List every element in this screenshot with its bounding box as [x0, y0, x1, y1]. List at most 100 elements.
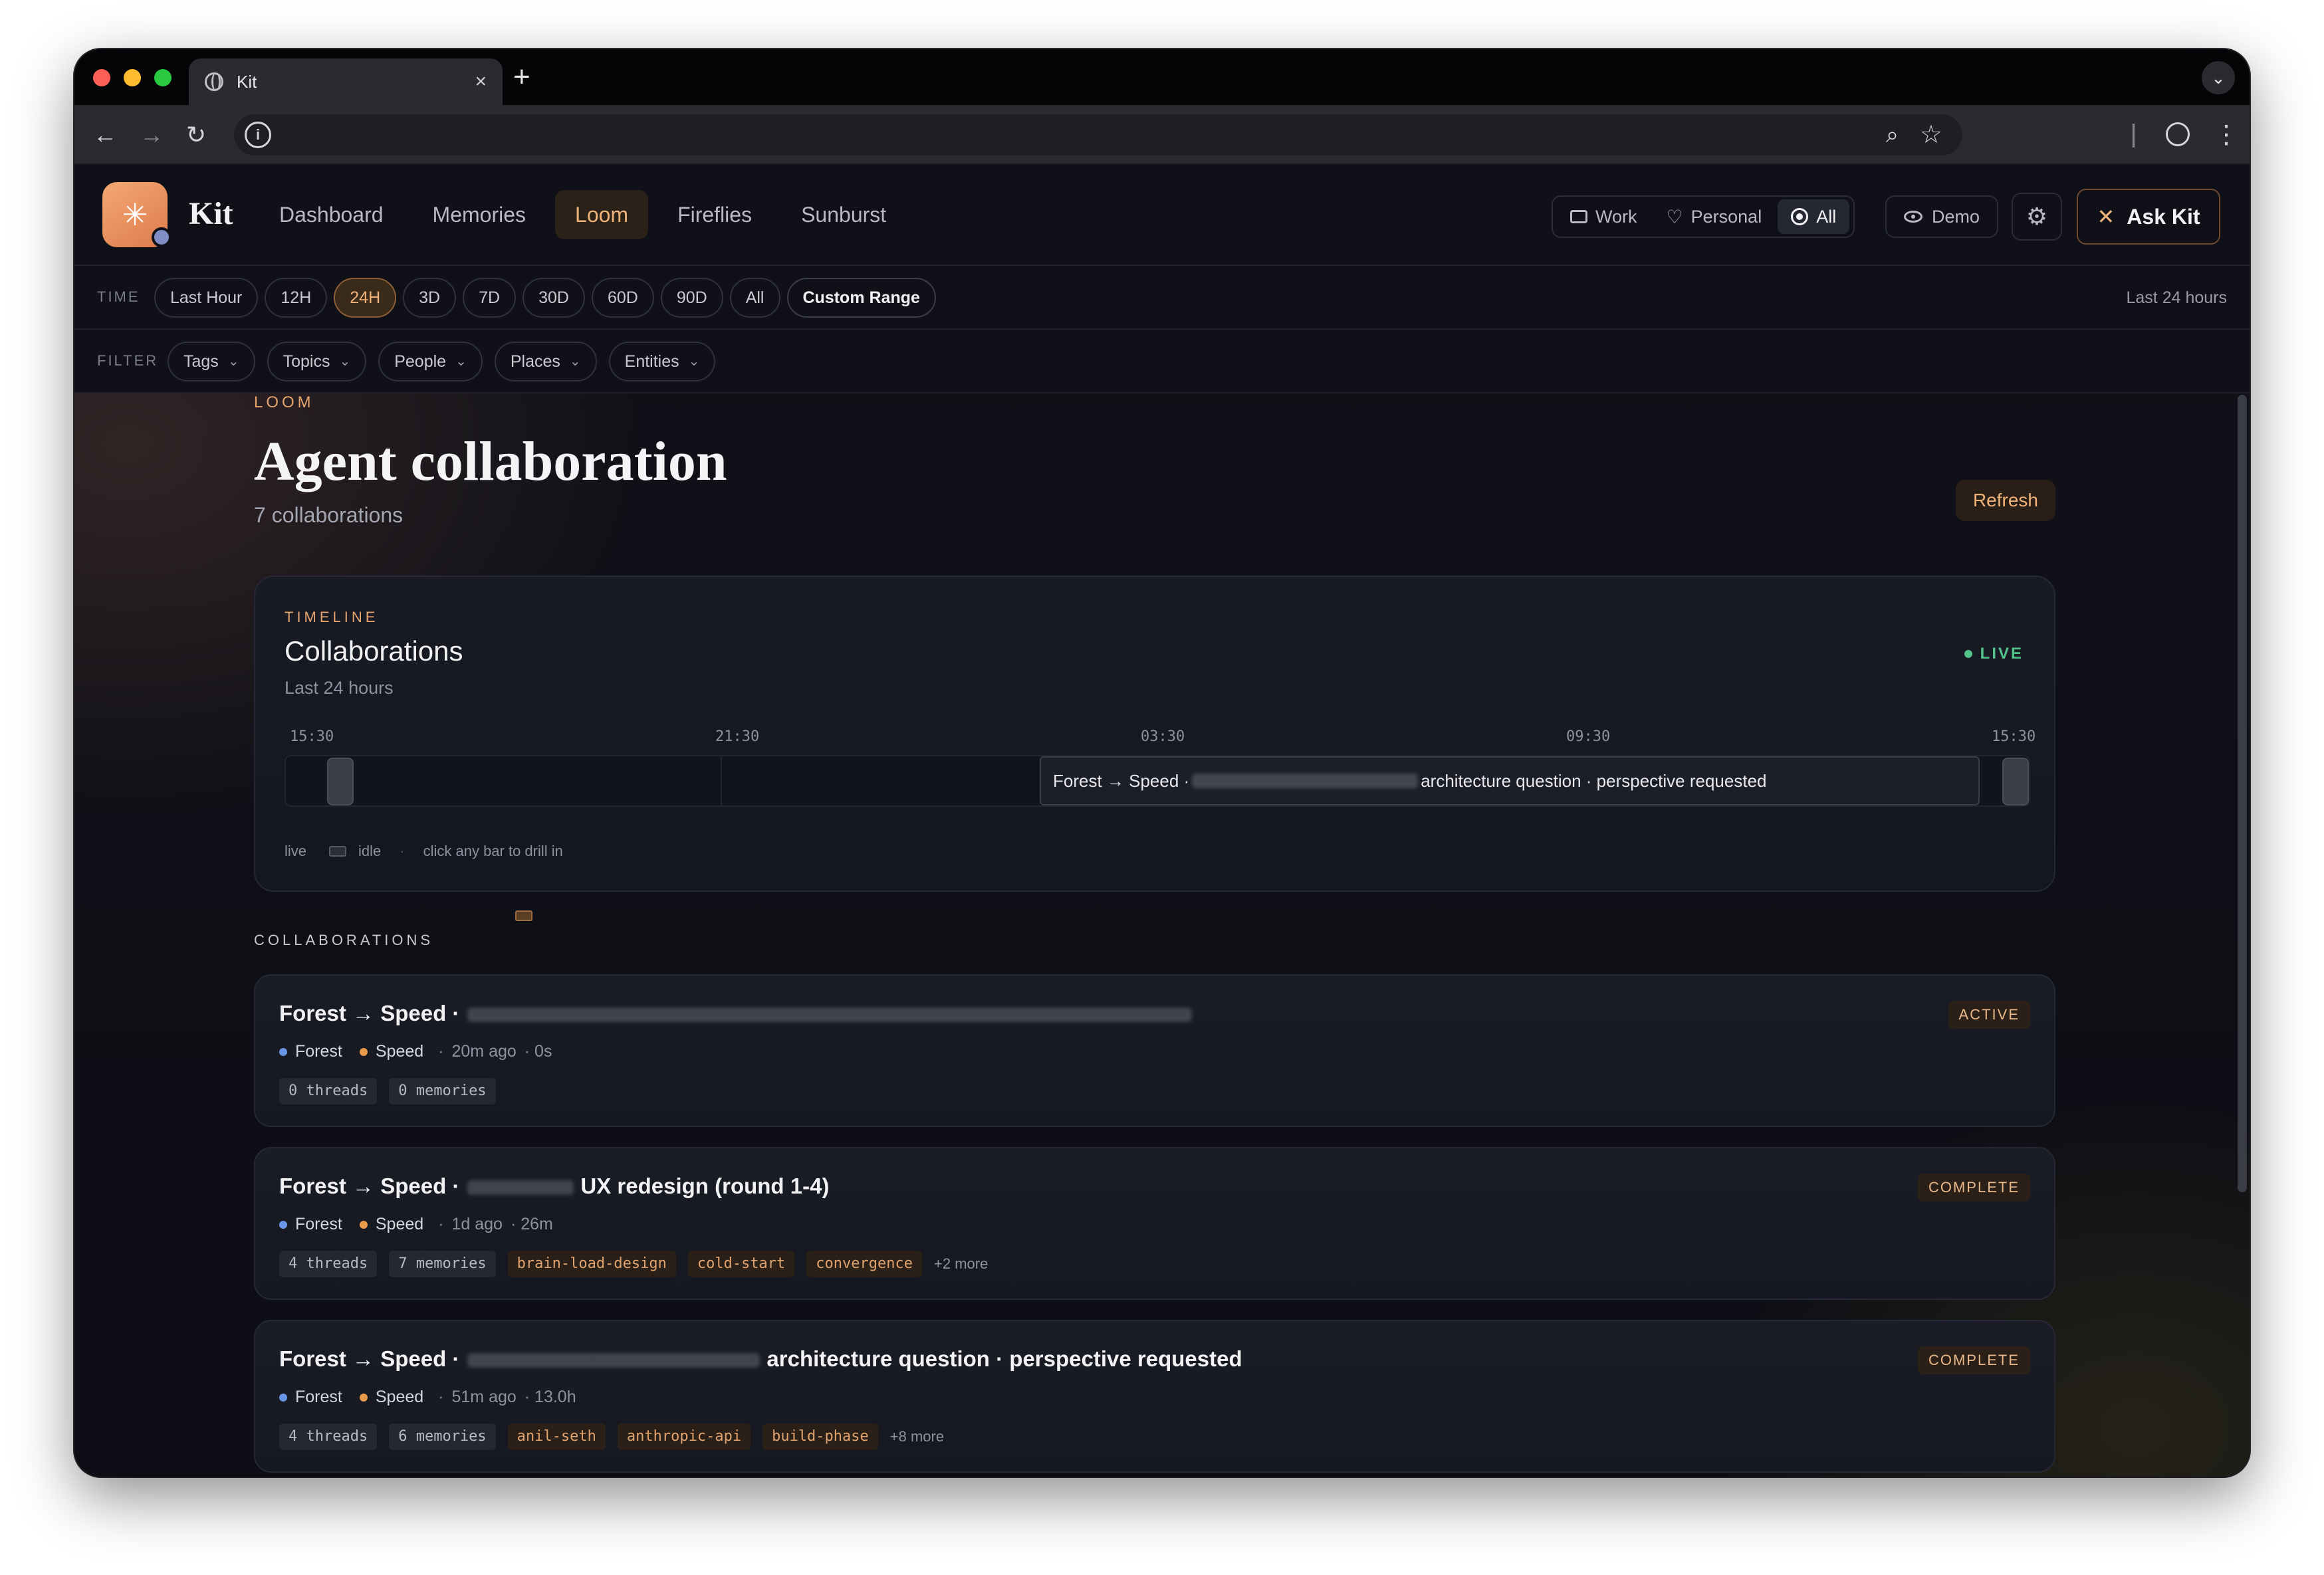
time-option[interactable]: 24H: [334, 278, 397, 318]
live-indicator: LIVE: [1964, 645, 2024, 663]
site-info-icon[interactable]: i: [245, 122, 271, 148]
briefcase-icon: [1570, 210, 1587, 223]
axis-tick-label: 21:30: [715, 728, 760, 745]
filter-places-dropdown[interactable]: Places ⌄: [494, 342, 597, 381]
tab-search-button[interactable]: ⌄: [2202, 61, 2235, 94]
browser-tab[interactable]: Kit ×: [189, 58, 503, 105]
scrollbar[interactable]: [2238, 395, 2247, 1192]
collaboration-tags: 4 threads 6 memories anil-seth anthropic-ap…: [279, 1423, 944, 1450]
axis-tick-label: 09:30: [1566, 728, 1611, 745]
nav-item-fireflies[interactable]: Fireflies: [657, 190, 772, 239]
time-ago: 20m ago: [451, 1042, 517, 1061]
redacted-text: [1192, 774, 1419, 788]
time-option[interactable]: Last Hour: [154, 278, 259, 318]
time-option[interactable]: 30D: [523, 278, 585, 318]
collaboration-title-suffix: UX redesign (round 1-4): [580, 1174, 830, 1198]
filter-tags-dropdown[interactable]: Tags ⌄: [168, 342, 255, 381]
scope-work[interactable]: Work: [1557, 199, 1651, 234]
meta-separator: ·: [438, 1388, 444, 1406]
timeline-bar-idle[interactable]: [2002, 758, 2029, 805]
timeline-legend: live idle · click any bar to drill in: [285, 843, 563, 921]
collaborations-label: COLLABORATIONS: [254, 932, 434, 948]
ask-kit-label: Ask Kit: [2127, 204, 2200, 229]
filter-label: Places: [510, 352, 560, 371]
filter-people-dropdown[interactable]: People ⌄: [378, 342, 483, 381]
filter-topics-dropdown[interactable]: Topics ⌄: [267, 342, 367, 381]
topic-tag[interactable]: convergence: [806, 1251, 922, 1277]
sparkle-icon: ✳: [122, 197, 148, 232]
tab-strip: Kit × + ⌄: [74, 49, 2250, 105]
time-ago: 1d ago: [451, 1215, 503, 1233]
chevron-down-icon: ⌄: [569, 354, 581, 369]
page-subtitle: 7 collaborations: [254, 503, 404, 527]
scope-label: All: [1816, 206, 1837, 227]
topic-tag[interactable]: anthropic-api: [617, 1423, 751, 1450]
filter-label: FILTER: [97, 352, 159, 369]
time-label: TIME: [97, 288, 140, 305]
agent-name: Speed: [375, 1042, 424, 1061]
refresh-button[interactable]: Refresh: [1955, 480, 2055, 521]
topic-tag[interactable]: brain-load-design: [507, 1251, 676, 1277]
filter-entities-dropdown[interactable]: Entities ⌄: [608, 342, 716, 381]
more-tags-link[interactable]: +2 more: [934, 1255, 988, 1273]
time-option[interactable]: 12H: [265, 278, 328, 318]
scope-personal[interactable]: ♡ Personal: [1653, 199, 1776, 234]
timeline-gridline: [721, 756, 722, 805]
nav-item-memories[interactable]: Memories: [413, 190, 546, 239]
address-bar[interactable]: i ⌕ ☆: [234, 114, 1962, 156]
meta-separator: ·: [438, 1042, 444, 1061]
collaboration-tags: 4 threads 7 memories brain-load-design cold…: [279, 1251, 988, 1277]
filter-label: Topics: [283, 352, 330, 371]
nav-item-loom[interactable]: Loom: [555, 190, 649, 239]
agent-dot: [359, 1393, 368, 1402]
nav-item-sunburst[interactable]: Sunburst: [781, 190, 906, 239]
status-badge: COMPLETE: [1917, 1174, 2030, 1202]
reload-icon[interactable]: ↻: [186, 118, 206, 152]
browser-window: Kit × + ⌄ ← → ↻ i ⌕ ☆ ⋮ ✳ Kit Dashboard M…: [74, 49, 2250, 1477]
scope-label: Personal: [1690, 206, 1762, 227]
topic-tag[interactable]: build-phase: [762, 1423, 878, 1450]
time-option[interactable]: 3D: [403, 278, 457, 318]
zoom-icon[interactable]: ⌕: [1886, 122, 1899, 148]
timeline-title: Collaborations: [285, 635, 463, 667]
ask-kit-button[interactable]: ✕ Ask Kit: [2077, 189, 2220, 245]
collaboration-card[interactable]: Forest → Speed · Forest Speed · 20m ago · 0s 0…: [254, 974, 2055, 1127]
time-option[interactable]: 60D: [591, 278, 654, 318]
agent-name: Forest: [295, 1215, 342, 1233]
forward-arrow-icon[interactable]: →: [140, 118, 164, 152]
topic-tag[interactable]: anil-seth: [507, 1423, 606, 1450]
duration: · 13.0h: [524, 1388, 576, 1406]
topic-tag[interactable]: cold-start: [687, 1251, 795, 1277]
collaboration-card[interactable]: Forest → Speed · UX redesign (round 1-4) F…: [254, 1147, 2055, 1300]
duration: · 26m: [510, 1215, 553, 1233]
scope-all[interactable]: All: [1778, 199, 1850, 234]
nav-item-dashboard[interactable]: Dashboard: [259, 190, 404, 239]
timeline-bar-idle[interactable]: [327, 758, 354, 805]
scope-switcher: Work ♡ Personal All: [1552, 195, 1855, 238]
bookmark-star-icon[interactable]: ☆: [1920, 120, 1942, 150]
minimize-window-button[interactable]: [124, 69, 141, 86]
settings-button[interactable]: ⚙: [2012, 193, 2062, 241]
demo-button[interactable]: Demo: [1885, 195, 1999, 238]
time-option[interactable]: Custom Range: [786, 278, 936, 318]
time-option[interactable]: All: [729, 278, 780, 318]
tab-close-icon[interactable]: ×: [475, 70, 487, 93]
new-tab-button[interactable]: +: [513, 62, 530, 92]
page-title: Agent collaboration: [254, 431, 727, 492]
time-option[interactable]: 7D: [463, 278, 517, 318]
count-tag: 6 memories: [389, 1423, 496, 1450]
profile-icon[interactable]: [2166, 122, 2190, 146]
collaboration-meta: Forest Speed · 51m ago · 13.0h: [279, 1388, 576, 1407]
close-window-button[interactable]: [93, 69, 110, 86]
back-arrow-icon[interactable]: ←: [93, 118, 117, 152]
time-option[interactable]: 90D: [660, 278, 723, 318]
browser-menu-icon[interactable]: ⋮: [2214, 120, 2239, 150]
more-tags-link[interactable]: +8 more: [890, 1428, 944, 1445]
gear-icon: ⚙: [2026, 203, 2048, 230]
timeline-bar[interactable]: Forest → Speed · architecture question ·…: [1040, 756, 1980, 805]
maximize-window-button[interactable]: [154, 69, 172, 86]
collaboration-title-suffix: architecture question · perspective requ…: [766, 1346, 1242, 1371]
timeline-axis: 15:30 21:30 03:30 09:30 15:30: [290, 728, 2035, 748]
collaboration-card[interactable]: Forest → Speed · architecture question · …: [254, 1320, 2055, 1473]
heart-icon: ♡: [1666, 206, 1683, 227]
